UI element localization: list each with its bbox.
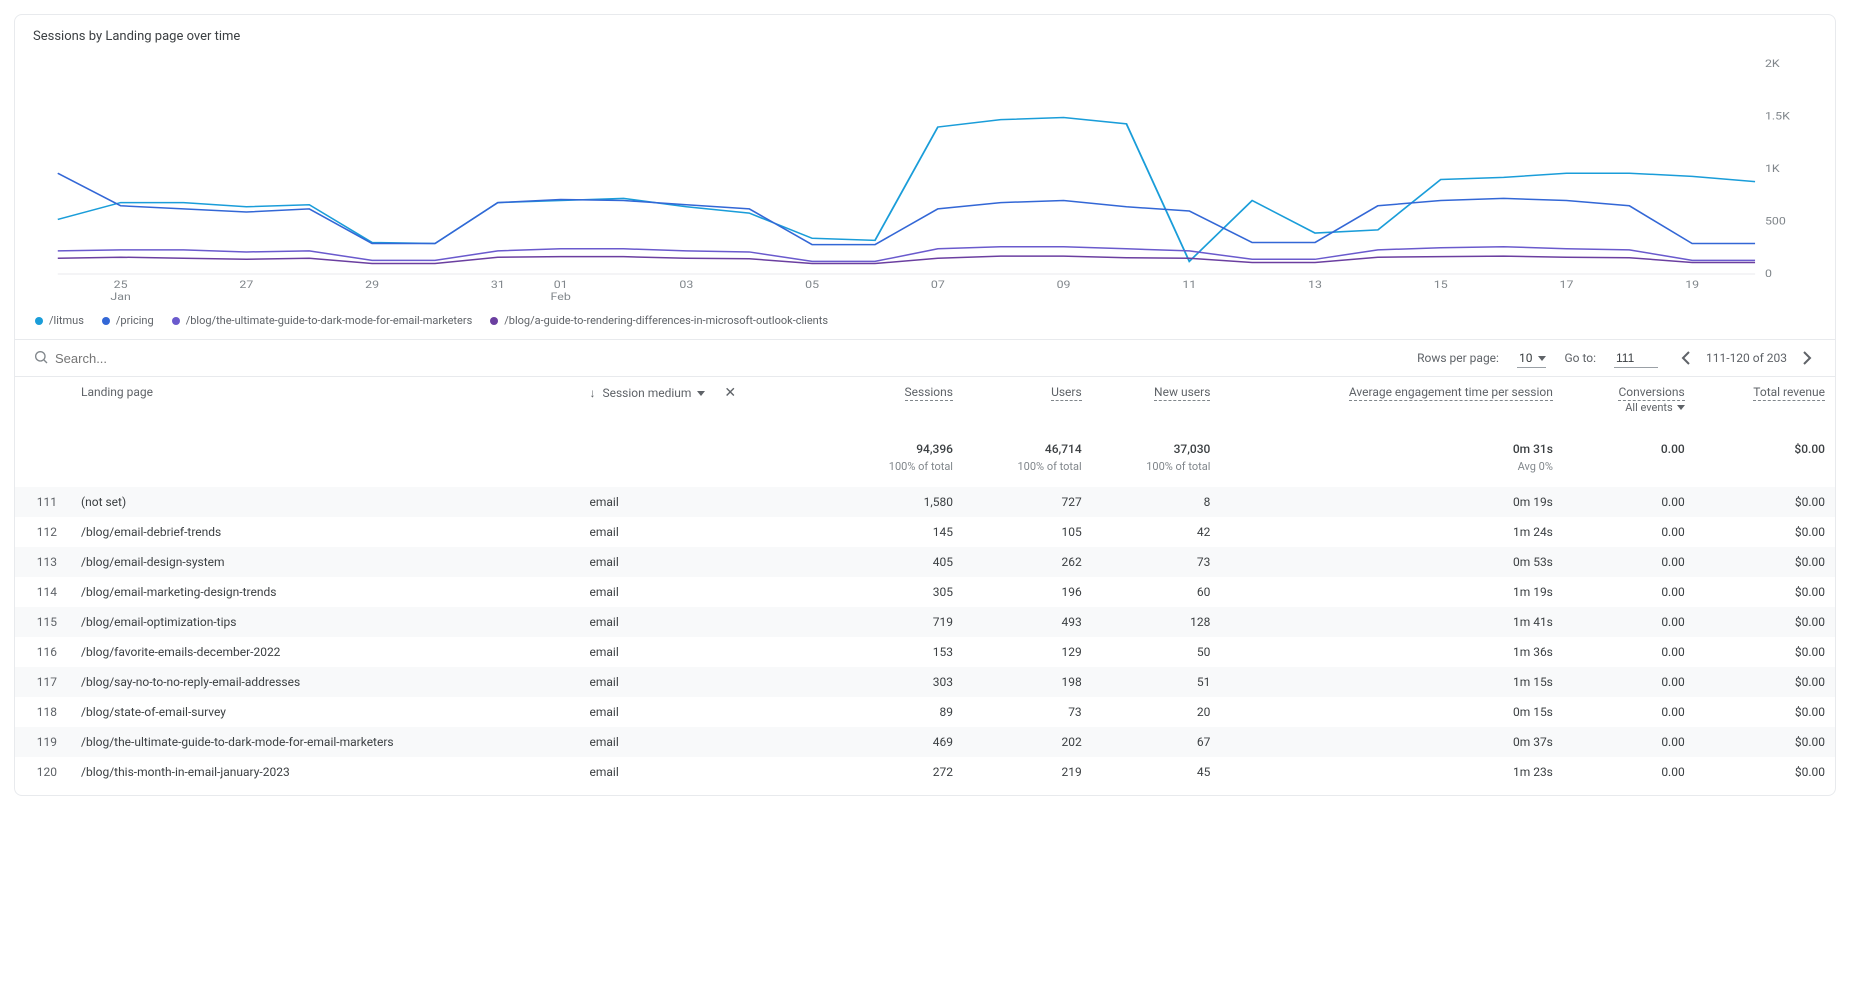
legend-swatch-icon bbox=[35, 317, 43, 325]
svg-text:Jan: Jan bbox=[110, 291, 130, 303]
svg-text:500: 500 bbox=[1765, 216, 1786, 228]
line-chart: 0 500 1K 1.5K 2K 25 27 29 31 01 03 05 07 09 11 13 15 17 19… bbox=[33, 54, 1817, 304]
svg-text:05: 05 bbox=[805, 279, 819, 291]
col-avg-engagement[interactable]: Average engagement time per session bbox=[1220, 377, 1563, 422]
chart-legend: /litmus/pricing/blog/the-ultimate-guide-… bbox=[15, 304, 1835, 339]
conversions-event-picker[interactable]: All events bbox=[1625, 401, 1684, 414]
chart-title: Sessions by Landing page over time bbox=[15, 15, 1835, 50]
svg-text:Feb: Feb bbox=[551, 291, 571, 303]
data-table: Landing page ↓ Session medium ✕ Sessions… bbox=[15, 377, 1835, 787]
rows-per-page-select[interactable]: 10 bbox=[1517, 349, 1547, 368]
col-session-medium[interactable]: ↓ Session medium ✕ bbox=[580, 377, 835, 422]
col-conversions[interactable]: Conversions All events bbox=[1563, 377, 1695, 422]
table-row[interactable]: 116 /blog/favorite-emails-december-2022 … bbox=[15, 637, 1835, 667]
svg-text:25: 25 bbox=[114, 279, 128, 291]
svg-text:11: 11 bbox=[1182, 279, 1196, 291]
svg-text:0: 0 bbox=[1765, 268, 1772, 280]
totals-row: 94,396 46,714 37,030 0m 31s 0.00 $0.00 bbox=[15, 422, 1835, 460]
clear-secondary-dimension-button[interactable]: ✕ bbox=[724, 385, 736, 401]
svg-text:13: 13 bbox=[1308, 279, 1322, 291]
legend-label: /blog/the-ultimate-guide-to-dark-mode-fo… bbox=[186, 314, 473, 327]
legend-swatch-icon bbox=[172, 317, 180, 325]
svg-text:03: 03 bbox=[679, 279, 693, 291]
table-row[interactable]: 118 /blog/state-of-email-survey email 89… bbox=[15, 697, 1835, 727]
svg-text:29: 29 bbox=[365, 279, 379, 291]
table-row[interactable]: 112 /blog/email-debrief-trends email 145… bbox=[15, 517, 1835, 547]
svg-text:09: 09 bbox=[1057, 279, 1071, 291]
goto-label: Go to: bbox=[1564, 351, 1596, 365]
report-card: Sessions by Landing page over time 05001… bbox=[14, 14, 1836, 796]
legend-label: /pricing bbox=[116, 314, 154, 327]
table-toolbar: Rows per page: 10 Go to: 111-120 of 203 bbox=[15, 339, 1835, 377]
svg-text:1K: 1K bbox=[1765, 163, 1781, 175]
search-input[interactable] bbox=[55, 351, 355, 366]
table-row[interactable]: 111 (not set) email 1,580 727 8 0m 19s 0… bbox=[15, 487, 1835, 517]
svg-text:01: 01 bbox=[554, 279, 568, 291]
legend-swatch-icon bbox=[102, 317, 110, 325]
legend-item[interactable]: /pricing bbox=[102, 314, 154, 327]
table-row[interactable]: 120 /blog/this-month-in-email-january-20… bbox=[15, 757, 1835, 787]
next-page-button[interactable] bbox=[1797, 348, 1817, 368]
search-icon bbox=[33, 349, 49, 368]
table-row[interactable]: 115 /blog/email-optimization-tips email … bbox=[15, 607, 1835, 637]
goto-input[interactable] bbox=[1614, 349, 1658, 368]
table-row[interactable]: 114 /blog/email-marketing-design-trends … bbox=[15, 577, 1835, 607]
sort-arrow-icon: ↓ bbox=[590, 386, 596, 400]
col-users[interactable]: Users bbox=[963, 377, 1092, 422]
legend-label: /litmus bbox=[49, 314, 84, 327]
col-sessions[interactable]: Sessions bbox=[834, 377, 963, 422]
table-row[interactable]: 119 /blog/the-ultimate-guide-to-dark-mod… bbox=[15, 727, 1835, 757]
table-row[interactable]: 117 /blog/say-no-to-no-reply-email-addre… bbox=[15, 667, 1835, 697]
svg-text:15: 15 bbox=[1434, 279, 1448, 291]
rows-per-page-label: Rows per page: bbox=[1417, 351, 1499, 365]
col-landing-page[interactable]: Landing page bbox=[71, 377, 580, 422]
legend-item[interactable]: /blog/a-guide-to-rendering-differences-i… bbox=[490, 314, 828, 327]
prev-page-button[interactable] bbox=[1676, 348, 1696, 368]
svg-text:1.5K: 1.5K bbox=[1765, 111, 1791, 123]
svg-text:17: 17 bbox=[1560, 279, 1574, 291]
table-body: 111 (not set) email 1,580 727 8 0m 19s 0… bbox=[15, 487, 1835, 787]
legend-item[interactable]: /blog/the-ultimate-guide-to-dark-mode-fo… bbox=[172, 314, 473, 327]
col-new-users[interactable]: New users bbox=[1092, 377, 1221, 422]
svg-text:27: 27 bbox=[239, 279, 253, 291]
svg-text:19: 19 bbox=[1685, 279, 1699, 291]
table-row[interactable]: 113 /blog/email-design-system email 405 … bbox=[15, 547, 1835, 577]
legend-label: /blog/a-guide-to-rendering-differences-i… bbox=[504, 314, 828, 327]
legend-swatch-icon bbox=[490, 317, 498, 325]
totals-sub-row: 100% of total 100% of total 100% of tota… bbox=[15, 460, 1835, 487]
svg-text:31: 31 bbox=[491, 279, 505, 291]
svg-text:07: 07 bbox=[931, 279, 945, 291]
svg-text:2K: 2K bbox=[1765, 58, 1781, 70]
chart-area: 0 500 1K 1.5K 2K 25 27 29 31 01 03 05 07 09 11 13 15 17 19… bbox=[15, 50, 1835, 304]
legend-item[interactable]: /litmus bbox=[35, 314, 84, 327]
page-range: 111-120 of 203 bbox=[1706, 351, 1787, 365]
col-total-revenue[interactable]: Total revenue bbox=[1695, 377, 1835, 422]
